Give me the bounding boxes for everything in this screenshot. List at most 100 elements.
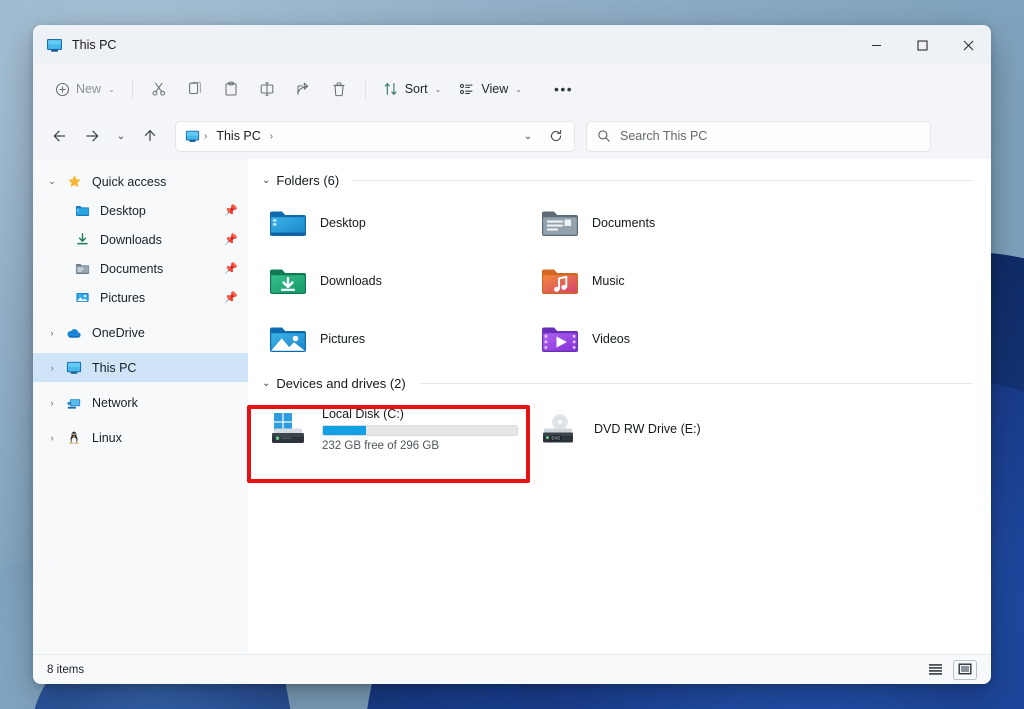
folder-item-label: Pictures bbox=[320, 332, 366, 346]
command-toolbar: New ⌄ Sort ⌄ View ⌄ ••• bbox=[33, 65, 991, 113]
refresh-button[interactable] bbox=[544, 124, 568, 148]
view-button[interactable]: View ⌄ bbox=[451, 73, 530, 105]
documents-folder-icon bbox=[71, 261, 93, 276]
chevron-right-icon[interactable]: › bbox=[41, 328, 63, 338]
drives-grid: Local Disk (C:) 232 GB free of 296 GB DV… bbox=[260, 397, 973, 461]
close-button[interactable] bbox=[945, 25, 991, 65]
copy-button[interactable] bbox=[178, 73, 212, 105]
drive-capacity-fill bbox=[323, 425, 366, 435]
title-bar: This PC bbox=[33, 25, 991, 65]
sidebar-item-label: OneDrive bbox=[92, 325, 145, 340]
folder-item-music[interactable]: Music bbox=[532, 252, 804, 310]
desktop-folder-icon bbox=[71, 203, 93, 218]
chevron-right-icon[interactable]: › bbox=[41, 433, 63, 443]
back-button[interactable] bbox=[45, 121, 75, 151]
drive-item-label: DVD RW Drive (E:) bbox=[594, 422, 701, 436]
sort-button[interactable]: Sort ⌄ bbox=[375, 73, 450, 105]
rename-icon bbox=[260, 82, 274, 96]
folder-item-label: Desktop bbox=[320, 216, 366, 230]
sidebar-item-quick-access[interactable]: ⌄ Quick access bbox=[33, 167, 248, 196]
sidebar-item-linux[interactable]: › Linux bbox=[33, 423, 248, 452]
pin-icon[interactable]: 📌 bbox=[224, 291, 238, 304]
folder-item-documents[interactable]: Documents bbox=[532, 194, 804, 252]
drive-capacity-bar bbox=[322, 424, 518, 436]
sidebar-item-documents[interactable]: Documents 📌 bbox=[33, 254, 248, 283]
toolbar-separator-1 bbox=[131, 79, 133, 99]
new-plus-icon bbox=[55, 82, 70, 96]
folders-section-header[interactable]: ⌄ Folders (6) bbox=[260, 173, 973, 188]
folder-item-label: Downloads bbox=[320, 274, 382, 288]
arrow-right-icon bbox=[86, 130, 99, 142]
forward-button[interactable] bbox=[77, 121, 107, 151]
address-bar[interactable]: › This PC › ⌄ bbox=[175, 120, 575, 152]
videos-folder-icon bbox=[540, 319, 580, 359]
folder-item-pictures[interactable]: Pictures bbox=[260, 310, 532, 368]
pictures-folder-icon bbox=[268, 319, 308, 359]
search-box[interactable]: Search This PC bbox=[586, 120, 931, 152]
file-explorer-window: This PC New ⌄ Sort ⌄ View ⌄ ••• ⌄ › This… bbox=[33, 25, 991, 684]
dvd-drive-icon: DVD bbox=[540, 409, 582, 449]
pin-icon[interactable]: 📌 bbox=[224, 262, 238, 275]
navigation-pane: ⌄ Quick access Desktop 📌 Downloads 📌 Doc… bbox=[33, 159, 248, 654]
music-folder-icon bbox=[540, 261, 580, 301]
new-button-label: New bbox=[76, 82, 102, 96]
sidebar-item-network[interactable]: › Network bbox=[33, 388, 248, 417]
sidebar-item-label: Downloads bbox=[100, 232, 162, 247]
file-list-pane: ⌄ Folders (6) Desktop Documents Download… bbox=[248, 159, 991, 654]
sidebar-item-desktop[interactable]: Desktop 📌 bbox=[33, 196, 248, 225]
maximize-button[interactable] bbox=[899, 25, 945, 65]
chevron-down-icon[interactable]: ⌄ bbox=[262, 378, 270, 389]
folder-item-label: Documents bbox=[592, 216, 656, 230]
folder-item-downloads[interactable]: Downloads bbox=[260, 252, 532, 310]
drives-section-header[interactable]: ⌄ Devices and drives (2) bbox=[260, 376, 973, 391]
drive-item-label: Local Disk (C:) bbox=[322, 406, 404, 421]
up-button[interactable] bbox=[135, 121, 165, 151]
large-icons-view-icon[interactable] bbox=[953, 659, 977, 680]
this-pc-monitor-icon bbox=[46, 37, 63, 54]
folder-item-label: Music bbox=[592, 274, 625, 288]
details-view-icon[interactable] bbox=[923, 660, 947, 680]
drive-info-c: Local Disk (C:) 232 GB free of 296 GB bbox=[322, 407, 518, 452]
pin-icon[interactable]: 📌 bbox=[224, 204, 238, 217]
breadcrumb-this-pc[interactable]: This PC bbox=[211, 127, 265, 145]
arrow-left-icon bbox=[53, 130, 65, 142]
minimize-button[interactable] bbox=[853, 25, 899, 65]
clipboard-icon bbox=[225, 81, 237, 96]
sidebar-item-label: Pictures bbox=[100, 290, 146, 305]
chevron-down-icon: ⌄ bbox=[523, 130, 533, 142]
drive-item-dvd-rw-e[interactable]: DVD DVD RW Drive (E:) bbox=[532, 397, 804, 461]
see-more-button[interactable]: ••• bbox=[546, 73, 581, 105]
chevron-down-icon: ⌄ bbox=[108, 84, 115, 94]
ellipsis-icon: ••• bbox=[553, 81, 574, 97]
sidebar-item-onedrive[interactable]: › OneDrive bbox=[33, 318, 248, 347]
chevron-down-icon[interactable]: ⌄ bbox=[262, 175, 270, 186]
pictures-folder-icon bbox=[71, 290, 93, 305]
delete-button[interactable] bbox=[322, 73, 356, 105]
folders-grid: Desktop Documents Downloads Music Pictur… bbox=[260, 194, 973, 368]
toolbar-separator-2 bbox=[364, 79, 366, 99]
chevron-down-icon: ⌄ bbox=[515, 84, 522, 94]
sidebar-item-this-pc[interactable]: › This PC bbox=[33, 353, 248, 382]
scissors-icon bbox=[152, 82, 165, 96]
drive-item-local-disk-c[interactable]: Local Disk (C:) 232 GB free of 296 GB bbox=[260, 397, 532, 461]
folder-item-videos[interactable]: Videos bbox=[532, 310, 804, 368]
new-button[interactable]: New ⌄ bbox=[47, 73, 123, 105]
search-input[interactable]: Search This PC bbox=[620, 129, 707, 143]
folder-item-desktop[interactable]: Desktop bbox=[260, 194, 532, 252]
sidebar-item-downloads[interactable]: Downloads 📌 bbox=[33, 225, 248, 254]
share-button[interactable] bbox=[286, 73, 320, 105]
paste-button[interactable] bbox=[214, 73, 248, 105]
sidebar-item-pictures[interactable]: Pictures 📌 bbox=[33, 283, 248, 312]
chevron-right-icon[interactable]: › bbox=[41, 398, 63, 408]
folders-section-title: Folders (6) bbox=[276, 173, 340, 188]
rename-button[interactable] bbox=[250, 73, 284, 105]
dvd-badge-text: DVD bbox=[551, 436, 560, 441]
address-dropdown-button[interactable]: ⌄ bbox=[516, 124, 540, 148]
drive-capacity-text: 232 GB free of 296 GB bbox=[322, 439, 439, 452]
pin-icon[interactable]: 📌 bbox=[224, 233, 238, 246]
recent-locations-button[interactable]: ⌄ bbox=[109, 121, 133, 151]
chevron-right-icon[interactable]: › bbox=[41, 363, 63, 373]
arrow-up-icon bbox=[144, 130, 156, 141]
chevron-down-icon[interactable]: ⌄ bbox=[41, 176, 63, 187]
cut-button[interactable] bbox=[142, 73, 176, 105]
